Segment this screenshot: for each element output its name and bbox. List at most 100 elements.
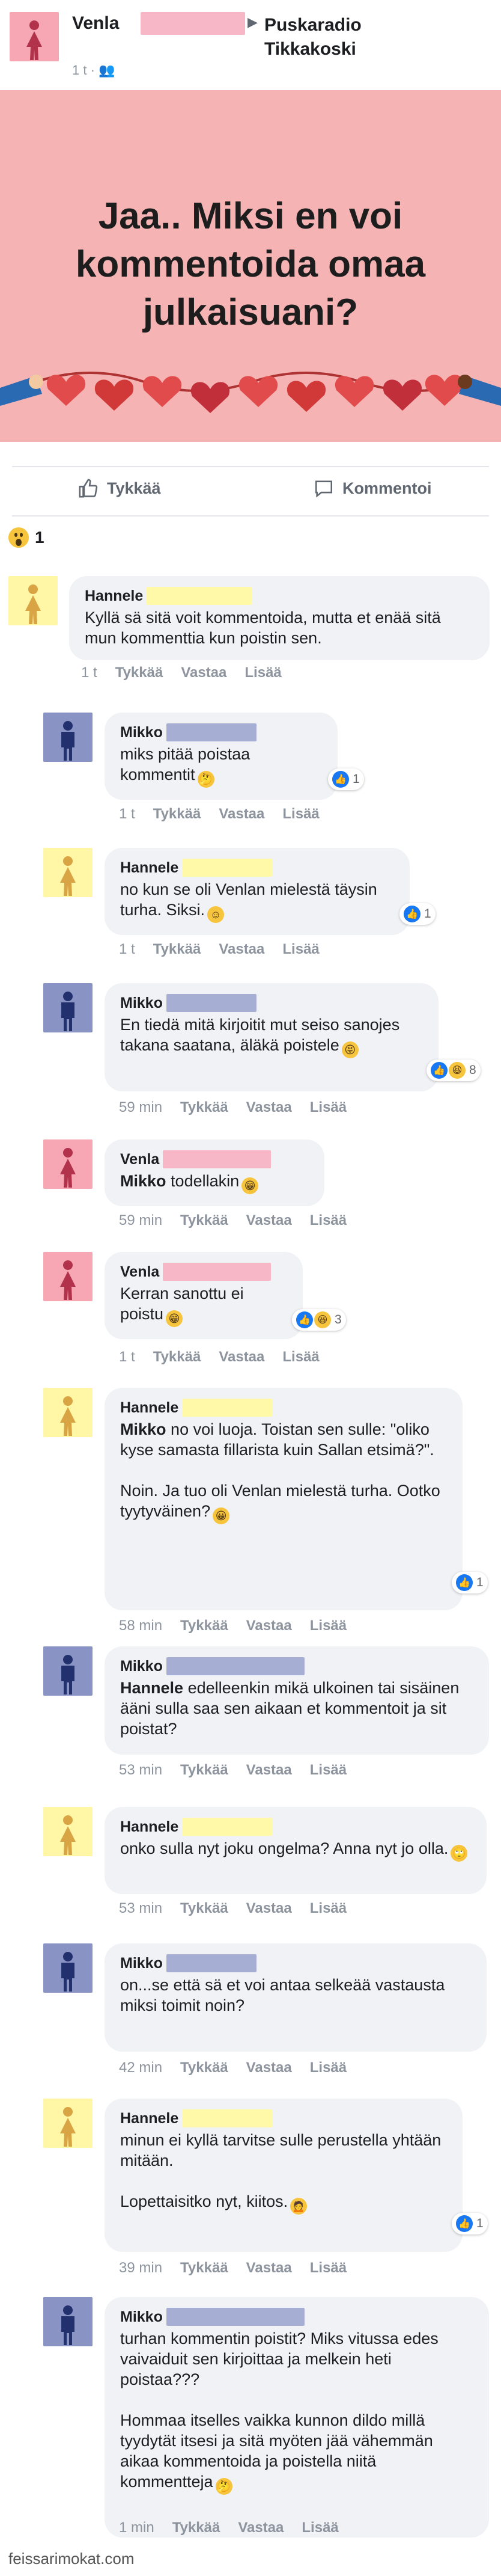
comment-reply-link[interactable]: Vastaa [246, 1099, 292, 1116]
banner-title: Jaa.. Miksi en voi kommentoida omaa julk… [75, 195, 426, 333]
comment-time: 39 min [119, 2260, 163, 2276]
person-icon [61, 721, 74, 761]
comment-bubble: Mikko turhan kommentin poistit? Miks vitu… [105, 2297, 489, 2538]
comment-reactions-badge[interactable]: 👍 😆 3 [292, 1309, 346, 1331]
comment-body: Kerran sanottu ei poistu [120, 1284, 249, 1323]
comment-time: 42 min [119, 2059, 163, 2076]
comment-more-link[interactable]: Lisää [310, 1618, 347, 1634]
commenter-avatar[interactable] [43, 713, 93, 762]
comment-more-link[interactable]: Lisää [302, 2519, 338, 2536]
mention-link[interactable]: Hannele [120, 1679, 183, 1697]
commenter-name-text: Venla [120, 1151, 160, 1168]
comment-reply-link[interactable]: Vastaa [246, 1618, 292, 1634]
group-name[interactable]: Puskaradio Tikkakoski [264, 13, 445, 61]
comment-reactions-badge[interactable]: 👍 1 [452, 1572, 488, 1593]
comment-like-link[interactable]: Tykkää [180, 1099, 228, 1116]
commenter-name[interactable]: Hannele [120, 859, 394, 877]
author-avatar[interactable] [10, 12, 59, 61]
commenter-avatar[interactable] [43, 1252, 93, 1301]
comment-reactions-badge[interactable]: 👍 1 [399, 903, 436, 925]
comment-like-link[interactable]: Tykkää [180, 1762, 228, 1779]
commenter-avatar[interactable] [43, 1388, 93, 1437]
comment-reply-link[interactable]: Vastaa [238, 2519, 284, 2536]
comment-like-link[interactable]: Tykkää [153, 806, 201, 823]
comment-more-link[interactable]: Lisää [310, 1099, 347, 1116]
commenter-name[interactable]: Hannele [120, 1818, 471, 1836]
commenter-avatar[interactable] [43, 983, 93, 1032]
author-name[interactable]: Venla [72, 13, 119, 34]
comment-reply-link[interactable]: Vastaa [219, 941, 264, 958]
commenter-avatar[interactable] [43, 1807, 93, 1856]
comment-reply-link[interactable]: Vastaa [246, 1212, 292, 1229]
commenter-name[interactable]: Venla [120, 1263, 287, 1281]
post-reactions[interactable]: 1 [8, 527, 44, 548]
commenter-name[interactable]: Mikko [120, 2308, 473, 2326]
comment-reply-link[interactable]: Vastaa [219, 1349, 264, 1366]
comment-like-link[interactable]: Tykkää [153, 1349, 201, 1366]
comment-body: on...se että sä et voi antaa selkeää vas… [120, 1976, 449, 2014]
comment-time: 1 min [119, 2519, 154, 2536]
comment-more-link[interactable]: Lisää [310, 2260, 347, 2277]
person-icon [25, 584, 41, 624]
comment-like-link[interactable]: Tykkää [180, 2059, 228, 2076]
comment-text: miks pitää poistaa kommentit 🤔 [120, 744, 322, 788]
commenter-name[interactable]: Hannele [120, 2109, 447, 2127]
commenter-name[interactable]: Mikko [120, 723, 322, 741]
comment-reply-link[interactable]: Vastaa [246, 1900, 292, 1917]
commenter-name[interactable]: Mikko [120, 1657, 473, 1675]
comment-reply-link[interactable]: Vastaa [219, 806, 264, 823]
commenter-avatar[interactable] [43, 1139, 93, 1189]
commenter-avatar[interactable] [43, 1646, 93, 1696]
comment-like-link[interactable]: Tykkää [180, 1212, 228, 1229]
comment-bubble: Venla Mikko todellakin 😁 [105, 1139, 324, 1206]
comment-more-link[interactable]: Lisää [282, 941, 319, 958]
comment-actions: 59 min Tykkää Vastaa Lisää [119, 1212, 347, 1229]
commenter-name[interactable]: Mikko [120, 994, 423, 1012]
comment-reply-link[interactable]: Vastaa [181, 664, 226, 681]
commenter-avatar[interactable] [43, 2099, 93, 2148]
comment-more-link[interactable]: Lisää [282, 1349, 319, 1366]
commenter-avatar[interactable] [43, 1943, 93, 1993]
comment-reply-link[interactable]: Vastaa [246, 2260, 292, 2277]
commenter-name[interactable]: Hannele [120, 1399, 447, 1417]
commenter-avatar[interactable] [8, 576, 58, 625]
reaction-count: 8 [469, 1063, 476, 1077]
comment-like-link[interactable]: Tykkää [172, 2519, 220, 2536]
like-button[interactable]: Tykkää [78, 478, 161, 498]
commenter-name[interactable]: Venla [120, 1150, 309, 1168]
commenter-name[interactable]: Hannele [85, 587, 474, 605]
comment-like-link[interactable]: Tykkää [180, 2260, 228, 2277]
comment-button[interactable]: Kommentoi [314, 478, 432, 498]
comment-more-link[interactable]: Lisää [310, 1900, 347, 1917]
comment-more-link[interactable]: Lisää [282, 806, 319, 823]
commenter-name-text: Hannele [120, 1818, 179, 1835]
comment-like-link[interactable]: Tykkää [180, 1618, 228, 1634]
redacted-surname [141, 12, 245, 35]
comment-reactions-badge[interactable]: 👍 😆 8 [427, 1060, 481, 1081]
comment-text: Mikko no voi luoja. Toistan sen sulle: "… [120, 1419, 447, 1524]
comment-text: turhan kommentin poistit? Miks vitussa e… [120, 2328, 473, 2495]
comment-more-link[interactable]: Lisää [310, 1212, 347, 1229]
mention-link[interactable]: Mikko [120, 1172, 166, 1190]
comment-reactions-badge[interactable]: 👍 1 [452, 2213, 488, 2234]
comment-actions: 1 min Tykkää Vastaa Lisää [119, 2519, 339, 2536]
comment-like-link[interactable]: Tykkää [115, 664, 163, 681]
comment-time: 53 min [119, 1762, 163, 1778]
reaction-count: 1 [353, 772, 360, 786]
comment-like-link[interactable]: Tykkää [180, 1900, 228, 1917]
comment-like-link[interactable]: Tykkää [153, 941, 201, 958]
comment-more-link[interactable]: Lisää [244, 664, 281, 681]
comment-actions: 59 min Tykkää Vastaa Lisää [119, 1099, 347, 1116]
post-image[interactable]: Jaa.. Miksi en voi kommentoida omaa julk… [0, 90, 501, 442]
comment-more-link[interactable]: Lisää [310, 2059, 347, 2076]
mention-link[interactable]: Mikko [120, 1420, 166, 1438]
commenter-name[interactable]: Mikko [120, 1954, 471, 1972]
commenter-avatar[interactable] [43, 848, 93, 897]
comment-reply-link[interactable]: Vastaa [246, 1762, 292, 1779]
comment-more-link[interactable]: Lisää [310, 1762, 347, 1779]
comment-reply-link[interactable]: Vastaa [246, 2059, 292, 2076]
person-icon [60, 1260, 76, 1300]
comment-bubble: Mikko Hannele edelleenkin mikä ulkoinen t… [105, 1646, 489, 1755]
comment-reactions-badge[interactable]: 👍 1 [328, 768, 364, 790]
commenter-avatar[interactable] [43, 2297, 93, 2346]
